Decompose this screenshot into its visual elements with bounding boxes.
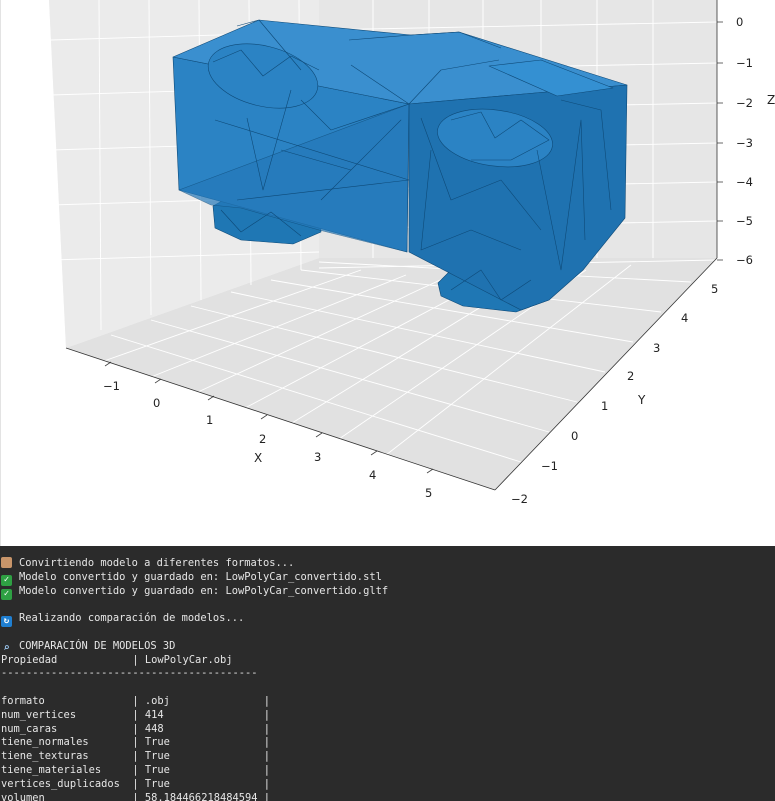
row-value: True [144,777,264,790]
console-line: Convirtiendo modelo a diferentes formato… [0,557,775,571]
row-divider: | [132,777,145,790]
z-tick-label: −3 [736,136,753,150]
z-axis-label: Z [767,93,775,107]
row-value: 58.184466218484594 [144,791,264,801]
row-property: tiene_materiales [1,763,133,776]
row-divider: | [263,708,271,721]
comparison-table: Propiedad | LowPolyCar.obj -------------… [0,654,775,801]
checkmark-icon: ✓ [1,574,12,586]
magnifier-icon: ⌕ [3,640,10,654]
row-value: True [144,763,264,776]
row-property: vertices_duplicados [1,777,133,790]
header-model: LowPolyCar.obj [144,653,233,666]
x-tick-label: 1 [206,413,213,427]
row-property: volumen [1,791,133,801]
row-divider: | [132,736,145,749]
3d-plot-canvas[interactable]: −1 0 1 2 3 4 5 −2 −1 0 1 2 3 4 5 0 −1 −2 −3 −4 −5 −6 X Y Z [1,0,775,546]
y-axis-label: Y [637,393,646,407]
z-tick-label: −4 [736,175,753,189]
row-value: .obj [144,694,264,707]
console-line-text: Convirtiendo modelo a diferentes formato… [19,557,295,569]
y-tick-label: −2 [511,492,528,506]
row-divider: | [263,694,271,707]
console-line-text: Realizando comparación de modelos... [19,612,245,625]
console-line-text: Modelo convertido y guardado en: LowPoly… [19,584,389,597]
console-line: ↻ Realizando comparación de modelos... [0,612,775,628]
x-tick-label: 0 [153,396,160,410]
table-row: num_vertices | 414 | [0,709,775,723]
row-divider: | [132,791,145,801]
table-separator: ----------------------------------------… [1,667,258,680]
row-divider: | [263,763,271,776]
checkmark-icon: ✓ [1,588,12,600]
row-divider: | [132,722,145,735]
row-divider: | [263,750,271,763]
table-row: tiene_materiales | True | [0,764,775,778]
console-line-text: COMPARACIÓN DE MODELOS 3D [19,639,176,652]
3d-plot-figure[interactable]: −1 0 1 2 3 4 5 −2 −1 0 1 2 3 4 5 0 −1 −2 −3 −4 −5 −6 X Y Z [0,0,775,546]
z-tick-label: −1 [736,56,753,70]
console-log-lines: Convirtiendo modelo a diferentes formato… [0,546,775,654]
row-divider: | [263,736,271,749]
console-line: ✓ Modelo convertido y guardado en: LowPol… [0,584,775,600]
table-rows: formato | .obj | num_vertices | 414 | num_… [0,695,775,801]
row-value: True [144,736,264,749]
table-header: Propiedad | LowPolyCar.obj [0,654,775,668]
row-property: tiene_normales [1,736,133,749]
y-tick-label: 2 [627,369,634,383]
row-property: tiene_texturas [1,750,133,763]
x-tick-label: 4 [369,468,376,482]
row-value: True [144,750,264,763]
output-console: Convirtiendo modelo a diferentes formato… [0,546,775,801]
row-property: num_vertices [1,708,133,721]
y-tick-label: 5 [711,282,718,296]
row-divider: | [263,791,271,801]
z-tick-label: 0 [736,15,743,29]
row-divider: | [132,694,145,707]
table-row: vertices_duplicados | True | [0,778,775,792]
x-tick-label: 3 [314,450,321,464]
console-line-text: Modelo convertido y guardado en: LowPoly… [19,570,382,583]
row-value: 448 [144,722,264,735]
y-tick-label: 4 [681,311,688,325]
row-divider: | [132,750,145,763]
table-row: tiene_texturas | True | [0,750,775,764]
x-axis-label: X [254,451,262,465]
row-divider: | [263,722,271,735]
package-icon [1,557,12,568]
table-row: formato | .obj | [0,695,775,709]
y-tick-label: 3 [653,341,660,355]
table-row: tiene_normales | True | [0,736,775,750]
z-tick-label: −2 [736,96,753,110]
row-divider: | [263,777,271,790]
z-tick-label: −5 [736,214,753,228]
row-value: 414 [144,708,264,721]
refresh-icon: ↻ [1,616,12,628]
row-property: formato [1,694,133,707]
row-property: num_caras [1,722,133,735]
table-row: num_caras | 448 | [0,723,775,737]
table-row: volumen | 58.184466218484594 | [0,792,775,801]
row-divider: | [132,763,145,776]
y-tick-label: 0 [571,429,578,443]
header-property: Propiedad [1,653,58,666]
x-tick-label: 5 [425,486,432,500]
y-tick-label: 1 [601,399,608,413]
y-tick-label: −1 [541,459,558,473]
row-divider: | [132,708,145,721]
console-line: ⌕ COMPARACIÓN DE MODELOS 3D [0,640,775,654]
header-spacer: | [57,653,145,666]
x-tick-label: −1 [103,379,120,393]
console-line: ✓ Modelo convertido y guardado en: LowPol… [0,570,775,586]
z-tick-label: −6 [736,253,753,267]
x-tick-label: 2 [259,432,266,446]
